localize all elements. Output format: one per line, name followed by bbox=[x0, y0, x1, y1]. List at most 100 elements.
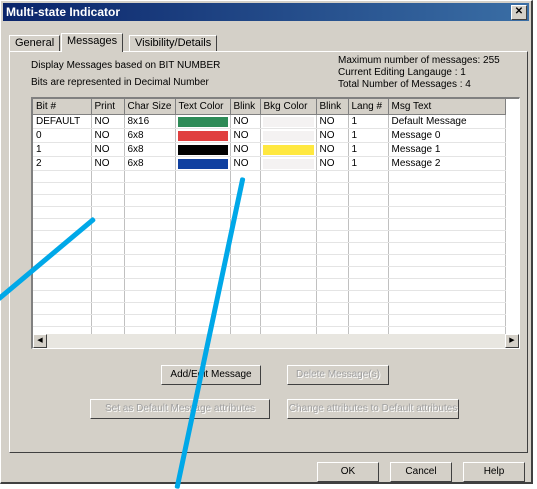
table-cell-empty[interactable] bbox=[230, 266, 261, 279]
table-cell-empty[interactable] bbox=[33, 266, 92, 279]
table-cell-empty[interactable] bbox=[175, 194, 231, 207]
ok-button[interactable]: OK bbox=[317, 462, 379, 482]
table-cell-empty[interactable] bbox=[348, 230, 389, 243]
change-to-default-attributes-button[interactable]: Change attributes to Default attributes bbox=[287, 399, 459, 419]
table-cell-empty[interactable] bbox=[175, 302, 231, 315]
table-cell-empty[interactable] bbox=[91, 290, 125, 303]
table-cell-empty[interactable] bbox=[124, 254, 176, 267]
table-cell-blink2[interactable]: NO bbox=[316, 128, 349, 143]
table-cell-empty[interactable] bbox=[230, 278, 261, 291]
table-cell-empty[interactable] bbox=[348, 182, 389, 195]
table-cell-empty[interactable] bbox=[316, 182, 349, 195]
table-cell-empty[interactable] bbox=[91, 302, 125, 315]
col-header-blink-2[interactable]: Blink bbox=[316, 99, 349, 115]
table-cell-msg[interactable]: Message 1 bbox=[388, 142, 506, 157]
table-cell-empty[interactable] bbox=[91, 218, 125, 231]
col-header-bit[interactable]: Bit # bbox=[33, 99, 92, 115]
table-cell-empty[interactable] bbox=[91, 230, 125, 243]
table-cell-empty[interactable] bbox=[230, 242, 261, 255]
table-cell-empty[interactable] bbox=[33, 302, 92, 315]
table-cell-empty[interactable] bbox=[260, 206, 317, 219]
table-cell-blink[interactable]: NO bbox=[230, 156, 261, 171]
table-row-empty[interactable] bbox=[33, 170, 506, 183]
table-cell-empty[interactable] bbox=[348, 206, 389, 219]
table-cell-empty[interactable] bbox=[175, 314, 231, 327]
close-icon[interactable]: ✕ bbox=[511, 5, 527, 20]
table-cell-char-size[interactable]: 6x8 bbox=[124, 128, 176, 143]
table-cell-empty[interactable] bbox=[33, 230, 92, 243]
table-cell-empty[interactable] bbox=[316, 266, 349, 279]
table-cell-empty[interactable] bbox=[260, 230, 317, 243]
cancel-button[interactable]: Cancel bbox=[390, 462, 452, 482]
table-cell-blink[interactable]: NO bbox=[230, 142, 261, 157]
col-header-blink[interactable]: Blink bbox=[230, 99, 261, 115]
table-cell-empty[interactable] bbox=[33, 194, 92, 207]
table-cell-empty[interactable] bbox=[124, 266, 176, 279]
table-cell-empty[interactable] bbox=[348, 254, 389, 267]
table-cell-empty[interactable] bbox=[388, 278, 506, 291]
text-color-swatch[interactable] bbox=[175, 114, 231, 129]
table-cell-empty[interactable] bbox=[388, 230, 506, 243]
table-cell-empty[interactable] bbox=[175, 290, 231, 303]
table-row-empty[interactable] bbox=[33, 230, 506, 243]
table-cell-empty[interactable] bbox=[175, 230, 231, 243]
table-cell-empty[interactable] bbox=[348, 314, 389, 327]
table-cell-empty[interactable] bbox=[388, 206, 506, 219]
table-cell-empty[interactable] bbox=[230, 314, 261, 327]
table-cell-empty[interactable] bbox=[316, 206, 349, 219]
table-cell-empty[interactable] bbox=[230, 230, 261, 243]
table-row[interactable]: 0 NO 6x8 NO NO 1 Message 0 bbox=[33, 128, 506, 143]
bkg-color-swatch[interactable] bbox=[260, 128, 317, 143]
table-cell-lang[interactable]: 1 bbox=[348, 128, 389, 143]
table-cell-empty[interactable] bbox=[388, 314, 506, 327]
table-cell-empty[interactable] bbox=[230, 290, 261, 303]
table-cell-bit[interactable]: DEFAULT bbox=[33, 114, 92, 129]
tab-general[interactable]: General bbox=[9, 35, 61, 51]
table-row-empty[interactable] bbox=[33, 278, 506, 291]
table-cell-empty[interactable] bbox=[230, 302, 261, 315]
table-cell-empty[interactable] bbox=[348, 170, 389, 183]
table-cell-char-size[interactable]: 6x8 bbox=[124, 156, 176, 171]
table-cell-empty[interactable] bbox=[388, 182, 506, 195]
table-cell-empty[interactable] bbox=[348, 278, 389, 291]
table-cell-empty[interactable] bbox=[33, 278, 92, 291]
table-cell-empty[interactable] bbox=[91, 278, 125, 291]
bkg-color-swatch[interactable] bbox=[260, 156, 317, 171]
table-cell-empty[interactable] bbox=[260, 170, 317, 183]
table-cell-empty[interactable] bbox=[388, 290, 506, 303]
scroll-left-icon[interactable]: ◀ bbox=[33, 334, 47, 348]
table-cell-print[interactable]: NO bbox=[91, 156, 125, 171]
table-cell-empty[interactable] bbox=[316, 218, 349, 231]
table-cell-empty[interactable] bbox=[316, 278, 349, 291]
bkg-color-swatch[interactable] bbox=[260, 142, 317, 157]
table-cell-empty[interactable] bbox=[260, 302, 317, 315]
tab-visibility-details[interactable]: Visibility/Details bbox=[129, 35, 218, 51]
table-cell-empty[interactable] bbox=[260, 194, 317, 207]
tab-messages[interactable]: Messages bbox=[61, 33, 124, 52]
set-default-attributes-button[interactable]: Set as Default Message attributes bbox=[90, 399, 270, 419]
table-cell-bit[interactable]: 2 bbox=[33, 156, 92, 171]
table-row[interactable]: 2 NO 6x8 NO NO 1 Message 2 bbox=[33, 156, 506, 171]
help-button[interactable]: Help bbox=[463, 462, 525, 482]
delete-messages-button[interactable]: Delete Message(s) bbox=[287, 365, 389, 385]
table-row-empty[interactable] bbox=[33, 182, 506, 195]
table-cell-empty[interactable] bbox=[388, 194, 506, 207]
table-cell-empty[interactable] bbox=[348, 242, 389, 255]
table-row-empty[interactable] bbox=[33, 218, 506, 231]
col-header-char-size[interactable]: Char Size bbox=[124, 99, 176, 115]
table-cell-empty[interactable] bbox=[33, 182, 92, 195]
col-header-lang[interactable]: Lang # bbox=[348, 99, 389, 115]
table-cell-empty[interactable] bbox=[388, 170, 506, 183]
table-cell-char-size[interactable]: 8x16 bbox=[124, 114, 176, 129]
table-cell-empty[interactable] bbox=[260, 314, 317, 327]
table-cell-lang[interactable]: 1 bbox=[348, 156, 389, 171]
table-row-empty[interactable] bbox=[33, 314, 506, 327]
table-cell-empty[interactable] bbox=[175, 170, 231, 183]
col-header-text-color[interactable]: Text Color bbox=[175, 99, 231, 115]
text-color-swatch[interactable] bbox=[175, 142, 231, 157]
add-edit-message-button[interactable]: Add/Edit Message bbox=[161, 365, 261, 385]
table-cell-empty[interactable] bbox=[230, 254, 261, 267]
table-cell-empty[interactable] bbox=[33, 170, 92, 183]
col-header-print[interactable]: Print bbox=[91, 99, 125, 115]
table-cell-empty[interactable] bbox=[124, 302, 176, 315]
